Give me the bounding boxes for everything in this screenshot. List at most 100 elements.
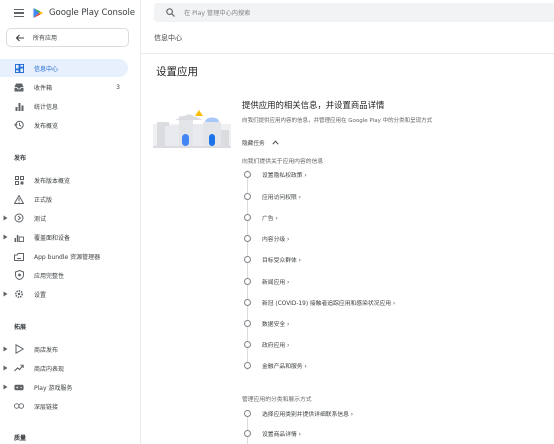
nav-item-store-performance[interactable]: 商店内表现 — [0, 359, 128, 377]
step-label[interactable]: 金融产品和服务 — [262, 361, 307, 370]
menu-icon[interactable] — [14, 9, 24, 17]
task-step-app-access[interactable]: 应用访问权限 — [244, 191, 301, 201]
inbox-count-badge: 3 — [116, 83, 120, 91]
nav-item-dashboard[interactable]: 信息中心 — [0, 59, 128, 77]
task-step-ads[interactable]: 广告 — [244, 212, 278, 222]
step-label[interactable]: 数据安全 — [262, 319, 289, 328]
nav-item-app-bundle-explorer[interactable]: App bundle 资源管理器 — [0, 247, 128, 265]
header-divider — [141, 53, 554, 54]
task-step-financial-services[interactable]: 金融产品和服务 — [244, 360, 307, 370]
step-status-icon — [244, 319, 251, 327]
link-icon — [14, 401, 24, 411]
nav-item-play-games-services[interactable]: Play 游戏服务 — [0, 378, 128, 396]
hide-tasks-button[interactable]: 隐藏任务 — [242, 138, 279, 147]
step-label[interactable]: 新闻应用 — [262, 277, 289, 286]
expand-caret-icon[interactable] — [3, 291, 8, 297]
reach-icon — [14, 232, 24, 242]
page-title: 设置应用 — [156, 66, 198, 78]
step-label[interactable]: 内容分级 — [262, 234, 289, 243]
arrow-back-icon — [15, 34, 24, 41]
shield-icon — [14, 270, 24, 280]
nav-item-production[interactable]: 正式版 — [0, 190, 128, 208]
nav-item-label: App bundle 资源管理器 — [34, 253, 101, 261]
all-apps-label: 所有应用 — [33, 35, 58, 42]
step-label[interactable]: 新冠 (COVID-19) 接触者追踪应用和感染状况应用 — [262, 298, 395, 307]
search-input[interactable]: 在 Play 管理中心内搜索 — [184, 8, 250, 17]
expand-caret-icon[interactable] — [3, 234, 8, 240]
listing-group-label: 管理应用的分类和展示方式 — [242, 397, 312, 403]
nav-item-label: 商店发布 — [34, 346, 59, 354]
nav-item-publishing-overview[interactable]: 发布概览 — [0, 116, 128, 134]
step-label[interactable]: 广告 — [262, 213, 278, 222]
brand-title: Google Play Console — [49, 8, 135, 18]
nav-item-store-presence[interactable]: 商店发布 — [0, 340, 128, 358]
section-title-release: 发布 — [14, 155, 27, 162]
task-step-store-listing[interactable]: 设置商品详情 — [244, 428, 301, 438]
step-label[interactable]: 设置隐私权政策 — [262, 170, 307, 179]
nav-item-label: 覆盖面和设备 — [34, 234, 71, 242]
expand-caret-icon[interactable] — [3, 365, 8, 371]
setup-illustration — [153, 110, 231, 148]
task-step-covid-apps[interactable]: 新冠 (COVID-19) 接触者追踪应用和感染状况应用 — [244, 297, 395, 307]
nav-item-label: 设置 — [34, 291, 47, 299]
nav-item-label: 应用完整性 — [34, 272, 65, 280]
inbox-icon — [14, 82, 24, 92]
task-step-app-category[interactable]: 选择应用类别并提供详细联系信息 — [244, 408, 353, 418]
step-label[interactable]: 目标受众群体 — [262, 255, 301, 264]
expand-caret-icon[interactable] — [3, 346, 8, 352]
nav-item-releases-overview[interactable]: 发布版本概览 — [0, 171, 128, 189]
step-label[interactable]: 政府应用 — [262, 340, 289, 349]
task-step-government-apps[interactable]: 政府应用 — [244, 339, 289, 349]
brand-bar: Google Play Console — [0, 0, 140, 26]
step-status-icon — [244, 298, 251, 306]
nav-item-label: 发布版本概览 — [34, 177, 71, 185]
step-status-icon — [244, 429, 251, 437]
nav-item-label: 发布概览 — [34, 122, 59, 130]
breadcrumb: 信息中心 — [154, 34, 182, 42]
nav-item-reach-devices[interactable]: 覆盖面和设备 — [0, 228, 128, 246]
task-step-data-safety[interactable]: 数据安全 — [244, 318, 289, 328]
task-step-target-audience[interactable]: 目标受众群体 — [244, 254, 301, 264]
task-step-content-rating[interactable]: 内容分级 — [244, 233, 289, 243]
task-step-privacy-policy[interactable]: 设置隐私权政策 — [244, 169, 307, 179]
gamepad-icon — [14, 382, 24, 392]
nav-item-setup[interactable]: 设置 — [0, 285, 128, 303]
nav-item-label: 收件箱 — [34, 84, 53, 92]
nav-item-label: 商店内表现 — [34, 365, 65, 373]
play-outline-icon — [14, 344, 24, 354]
dashboard-icon — [14, 63, 24, 73]
step-status-icon — [244, 213, 251, 221]
step-label[interactable]: 选择应用类别并提供详细联系信息 — [262, 409, 353, 418]
task-step-news-app[interactable]: 新闻应用 — [244, 276, 289, 286]
nav-item-testing[interactable]: 测试 — [0, 209, 128, 227]
step-label[interactable]: 应用访问权限 — [262, 192, 301, 201]
step-status-icon — [244, 192, 251, 200]
bundle-icon — [14, 251, 24, 261]
search-bar[interactable]: 在 Play 管理中心内搜索 — [154, 3, 554, 22]
hide-tasks-label: 隐藏任务 — [242, 141, 265, 147]
step-status-icon — [244, 361, 251, 369]
google-play-logo-icon — [33, 8, 43, 18]
nav-item-label: 信息中心 — [34, 65, 59, 73]
step-status-icon — [244, 170, 251, 178]
section-title-grow: 拓展 — [14, 324, 27, 331]
warning-icon — [14, 194, 24, 204]
step-status-icon — [244, 277, 251, 285]
expand-caret-icon[interactable] — [3, 384, 8, 390]
all-apps-button[interactable]: 所有应用 — [6, 28, 129, 47]
step-status-icon — [244, 255, 251, 263]
nav-item-statistics[interactable]: 统计信息 — [0, 97, 128, 115]
step-status-icon — [244, 409, 251, 417]
nav-item-inbox[interactable]: 收件箱 3 — [0, 78, 128, 96]
task-title: 提供应用的相关信息，并设置商品详情 — [242, 100, 385, 110]
nav-item-label: 测试 — [34, 215, 47, 223]
trend-icon — [14, 363, 24, 373]
history-icon — [14, 120, 24, 130]
nav-item-app-integrity[interactable]: 应用完整性 — [0, 266, 128, 284]
expand-caret-icon[interactable] — [3, 215, 8, 221]
grid-icon — [14, 175, 24, 185]
search-icon — [166, 8, 175, 17]
nav-item-deep-links[interactable]: 深层链接 — [0, 397, 128, 415]
nav-item-label: 深层链接 — [34, 403, 59, 411]
step-label[interactable]: 设置商品详情 — [262, 429, 301, 438]
